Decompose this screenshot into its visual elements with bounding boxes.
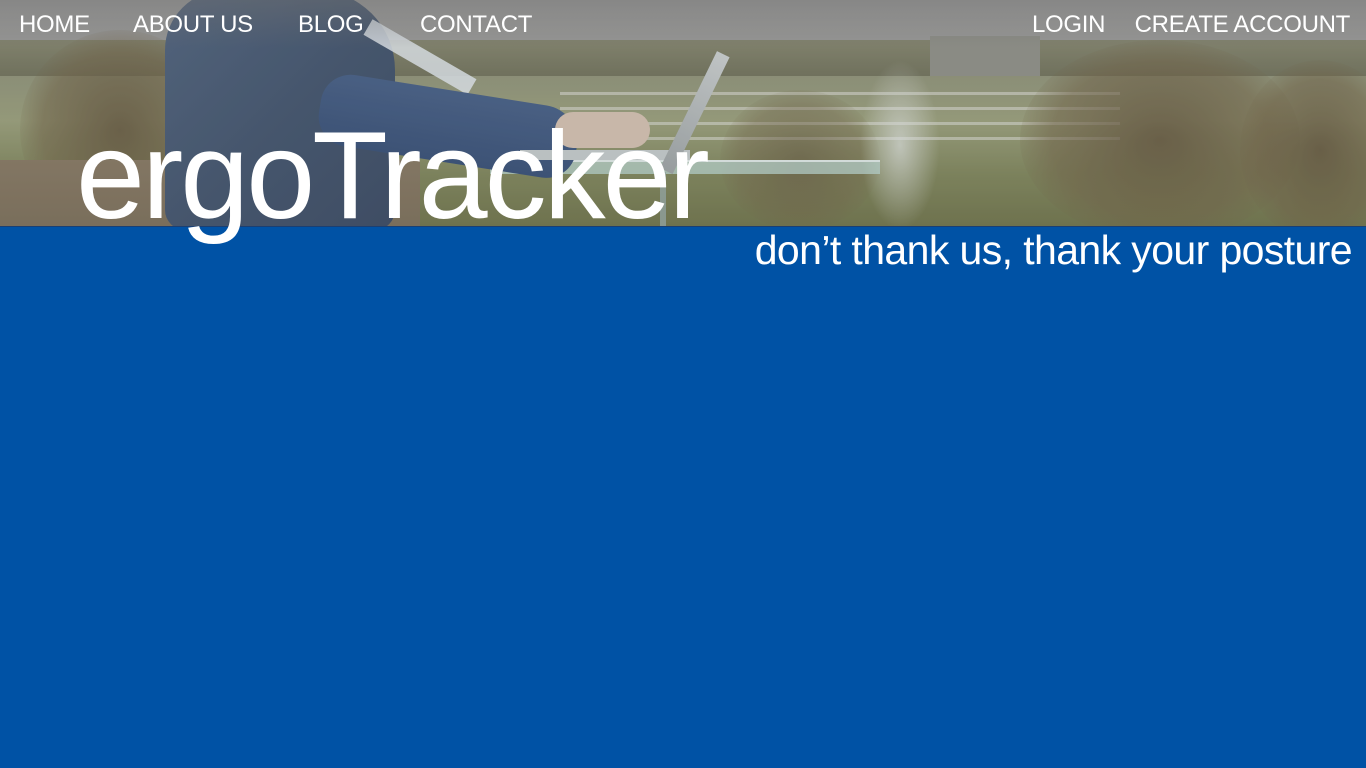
brand-tagline: don’t thank us, thank your posture [754,227,1353,273]
page: HOME ABOUT US BLOG CONTACT LOGIN CREATE … [0,0,1366,768]
main-content-area [0,226,1366,768]
nav-login-link[interactable]: LOGIN [1032,10,1105,40]
nav-contact-link[interactable]: CONTACT [420,10,532,40]
nav-home-link[interactable]: HOME [19,10,90,40]
nav-about-us-link[interactable]: ABOUT US [133,10,253,40]
nav-blog-link[interactable]: BLOG [298,10,364,40]
brand-logo-text: ergoTracker [76,107,710,245]
nav-create-account-link[interactable]: CREATE ACCOUNT [1135,10,1351,40]
